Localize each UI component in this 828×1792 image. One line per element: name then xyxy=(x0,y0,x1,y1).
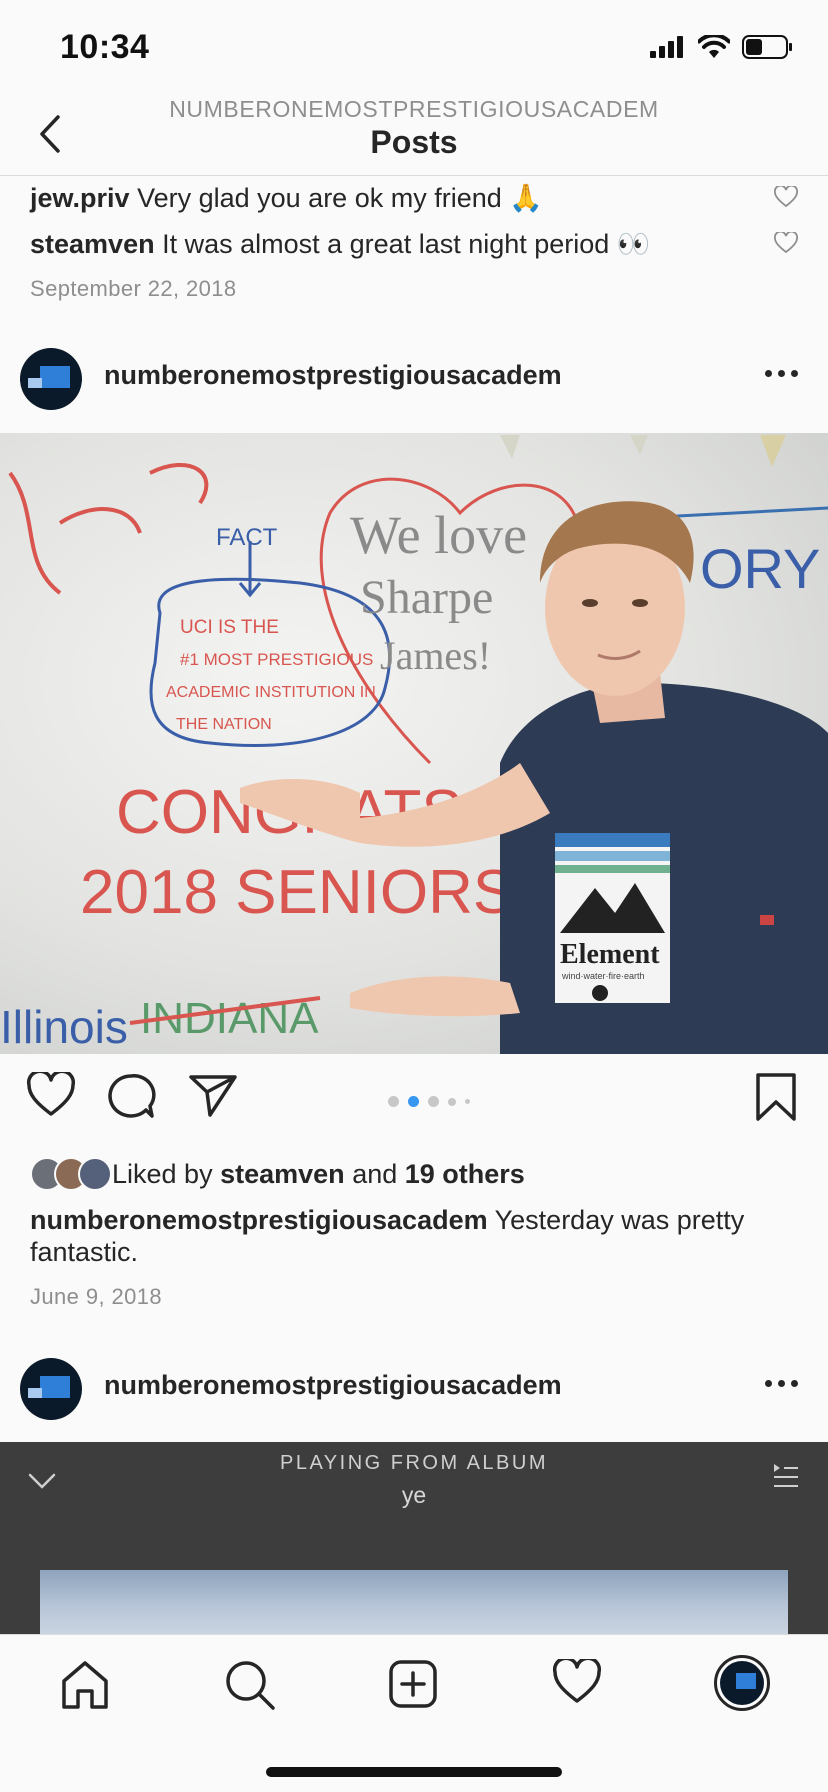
home-icon[interactable] xyxy=(60,1659,110,1711)
comment-item: steamven It was almost a great last nigh… xyxy=(30,228,798,260)
wb-heart3: James! xyxy=(380,633,491,678)
cellular-signal-icon xyxy=(650,36,683,58)
likes-summary[interactable]: Liked by steamven and 19 others xyxy=(30,1154,525,1194)
avatar xyxy=(78,1157,112,1191)
wb-line2: #1 MOST PRESTIGIOUS xyxy=(180,650,373,669)
media-album: ye xyxy=(401,1482,427,1508)
avatar[interactable] xyxy=(20,348,82,410)
post-header: numberonemostprestigiousacadem xyxy=(0,340,828,420)
post-date: June 9, 2018 xyxy=(30,1284,163,1309)
post-username[interactable]: numberonemostprestigiousacadem xyxy=(104,1370,562,1401)
status-time: 10:34 xyxy=(60,28,150,66)
post-caption: numberonemostprestigiousacadem Yesterday… xyxy=(30,1204,800,1268)
avatar[interactable] xyxy=(20,1358,82,1420)
liker-avatars xyxy=(30,1157,112,1191)
likes-joiner: and xyxy=(352,1158,398,1189)
nav-username: NUMBERONEMOSTPRESTIGIOUSACADEM xyxy=(169,96,659,122)
wb-line4: THE NATION xyxy=(176,716,272,733)
more-options-button[interactable] xyxy=(765,1380,798,1387)
share-paper-plane-icon[interactable] xyxy=(188,1072,238,1118)
likes-user[interactable]: steamven xyxy=(220,1159,345,1190)
like-heart-icon[interactable] xyxy=(26,1072,76,1118)
home-indicator xyxy=(266,1767,562,1777)
whiteboard-photo: FACT UCI IS THE #1 MOST PRESTIGIOUS ACAD… xyxy=(0,435,828,1054)
activity-heart-icon[interactable] xyxy=(552,1659,602,1705)
comment-like-heart-icon[interactable] xyxy=(774,186,798,208)
wb-line1: UCI IS THE xyxy=(180,617,279,638)
carousel-dot xyxy=(465,1099,470,1104)
post-header: numberonemostprestigiousacadem xyxy=(0,1350,828,1430)
more-options-button[interactable] xyxy=(765,370,798,377)
carousel-dot-active xyxy=(408,1096,419,1107)
shirt-brand: Element xyxy=(560,939,660,970)
post-date: September 22, 2018 xyxy=(30,276,237,301)
post-action-bar xyxy=(0,1072,828,1132)
comment-username[interactable]: jew.priv xyxy=(30,183,130,213)
new-post-icon[interactable] xyxy=(388,1659,438,1709)
comment-username[interactable]: steamven xyxy=(30,229,155,259)
carousel-dot xyxy=(448,1097,456,1106)
shirt-tagline: wind·water·fire·earth xyxy=(561,971,645,981)
profile-avatar[interactable] xyxy=(714,1655,770,1711)
comment-item: jew.priv Very glad you are ok my friend … xyxy=(30,182,798,214)
post-photo[interactable]: PLAYING FROM ALBUM ye xyxy=(0,1442,828,1634)
battery-icon xyxy=(742,35,792,59)
save-bookmark-icon[interactable] xyxy=(754,1072,798,1122)
media-label: PLAYING FROM ALBUM xyxy=(279,1452,548,1474)
comment-text: Very glad you are ok my friend 🙏 xyxy=(137,183,543,213)
status-bar: 10:34 xyxy=(0,0,828,96)
wb-heart1: We love xyxy=(350,505,527,565)
caption-username[interactable]: numberonemostprestigiousacadem xyxy=(30,1205,488,1235)
comment-text: It was almost a great last night period … xyxy=(162,229,651,259)
nav-header: NUMBERONEMOSTPRESTIGIOUSACADEM Posts xyxy=(0,96,828,176)
wb-line3: ACADEMIC INSTITUTION IN xyxy=(166,684,376,701)
likes-others[interactable]: 19 others xyxy=(405,1159,525,1190)
post-username[interactable]: numberonemostprestigiousacadem xyxy=(104,360,562,391)
likes-prefix: Liked by xyxy=(112,1158,213,1189)
carousel-dot xyxy=(388,1096,399,1107)
bottom-tab-bar xyxy=(0,1634,828,1792)
search-icon[interactable] xyxy=(224,1659,276,1711)
comment-like-heart-icon[interactable] xyxy=(774,232,798,254)
page-title: Posts xyxy=(370,124,458,160)
wifi-icon xyxy=(698,35,730,58)
comment-bubble-icon[interactable] xyxy=(106,1072,156,1120)
post-photo[interactable]: FACT UCI IS THE #1 MOST PRESTIGIOUS ACAD… xyxy=(0,433,828,1054)
status-icons xyxy=(650,34,794,60)
wb-illinois: Illinois xyxy=(0,1001,128,1053)
wb-story: ORY xyxy=(700,537,820,600)
carousel-dot xyxy=(428,1096,439,1107)
wb-fact: FACT xyxy=(216,524,278,551)
wb-heart2: Sharpe xyxy=(360,571,493,624)
carousel-indicator xyxy=(388,1096,470,1107)
queue-list-icon xyxy=(774,1464,798,1487)
wb-year: 2018 SENIORS xyxy=(80,858,514,927)
album-art xyxy=(40,1570,788,1634)
